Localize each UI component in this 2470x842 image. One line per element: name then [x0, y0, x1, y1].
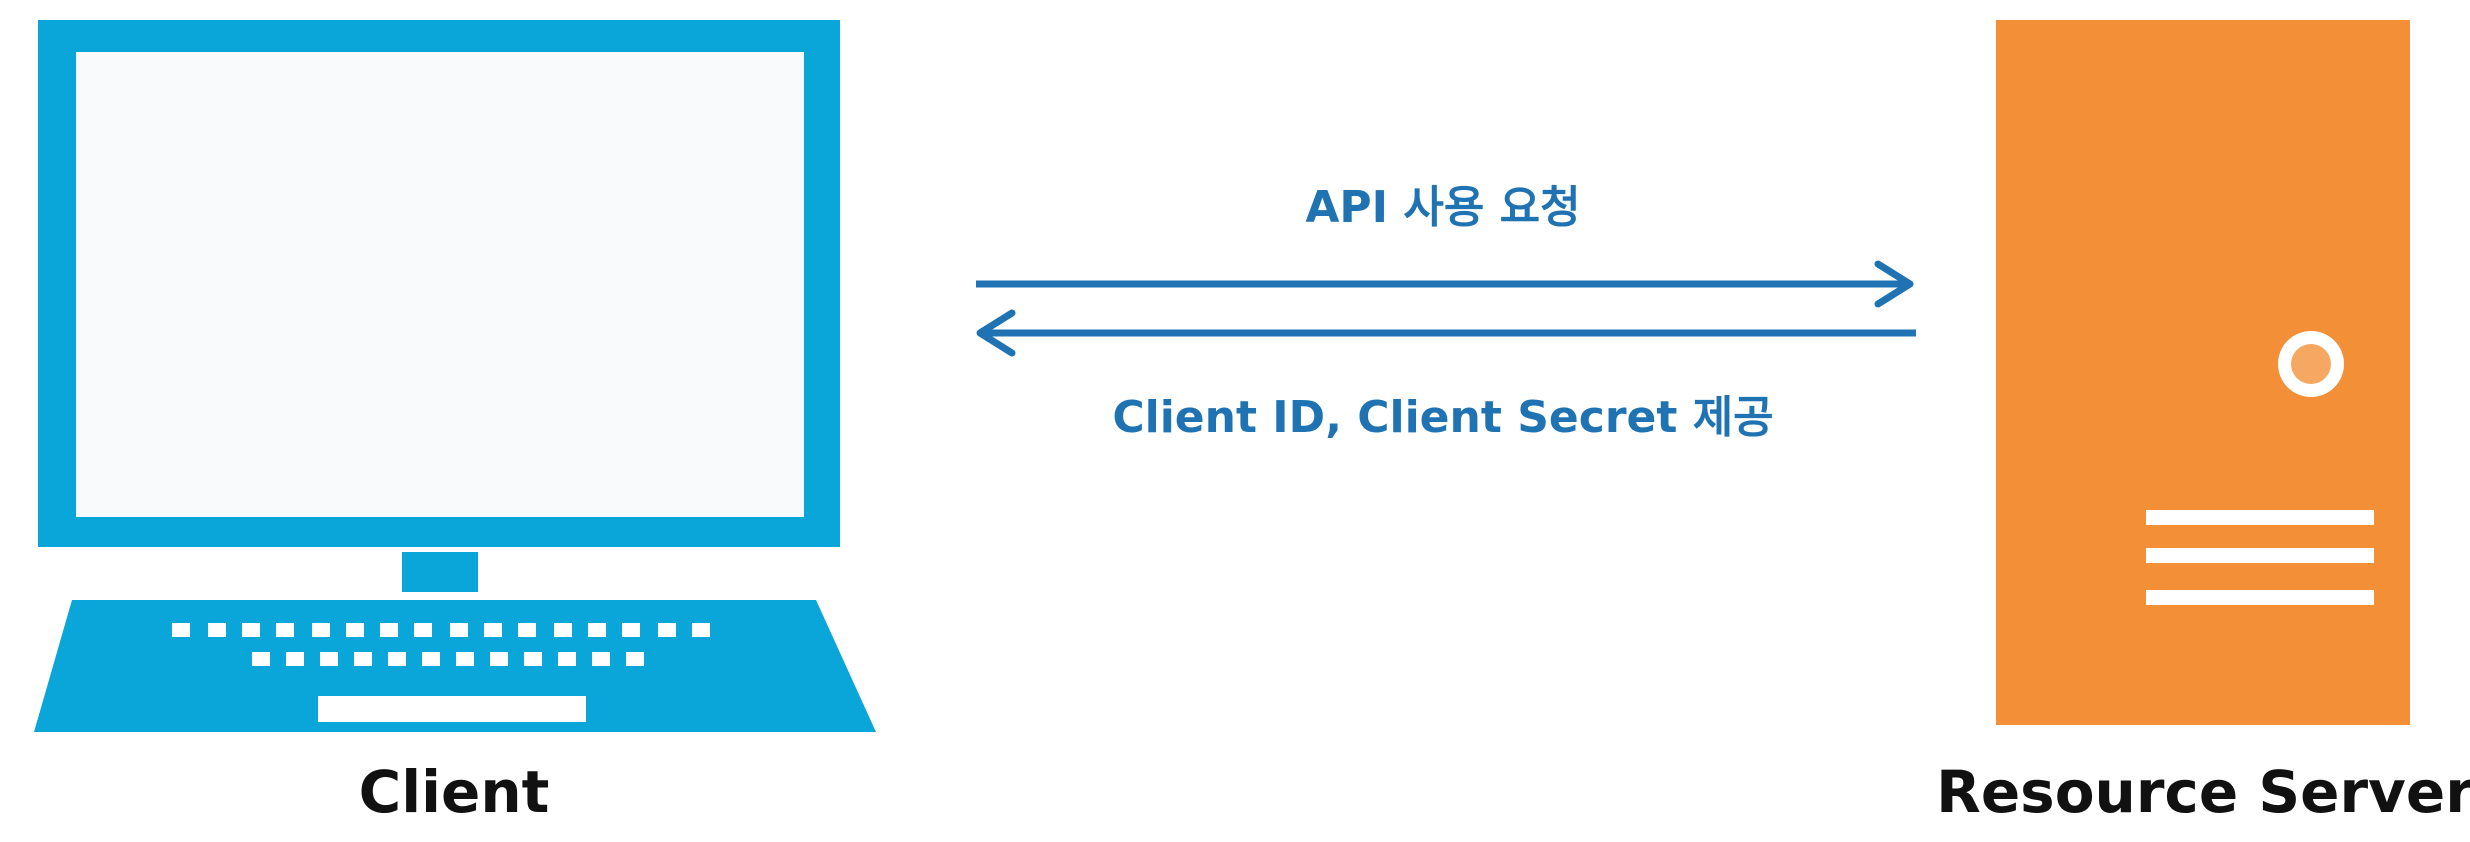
- monitor-screen: [76, 52, 804, 517]
- server-vent-1: [2146, 510, 2374, 525]
- client-server-diagram: Client API 사용 요청 Client ID, Client Secre…: [34, 20, 2470, 826]
- server-vent-2: [2146, 548, 2374, 563]
- request-arrow-label: API 사용 요청: [1305, 182, 1580, 233]
- keyboard-space-bar: [318, 696, 586, 722]
- server-vent-3: [2146, 590, 2374, 605]
- response-arrow: [976, 309, 1916, 357]
- response-arrow-label: Client ID, Client Secret 제공: [1112, 392, 1773, 443]
- server-power-knob-inner: [2291, 344, 2331, 384]
- request-arrow: [976, 260, 1914, 308]
- client-label: Client: [359, 758, 550, 826]
- server-body: [1996, 20, 2410, 725]
- server-label: Resource Server: [1936, 758, 2470, 826]
- monitor-stand: [402, 552, 478, 592]
- server-tower-icon: [1996, 20, 2410, 725]
- desktop-computer-icon: [34, 20, 876, 732]
